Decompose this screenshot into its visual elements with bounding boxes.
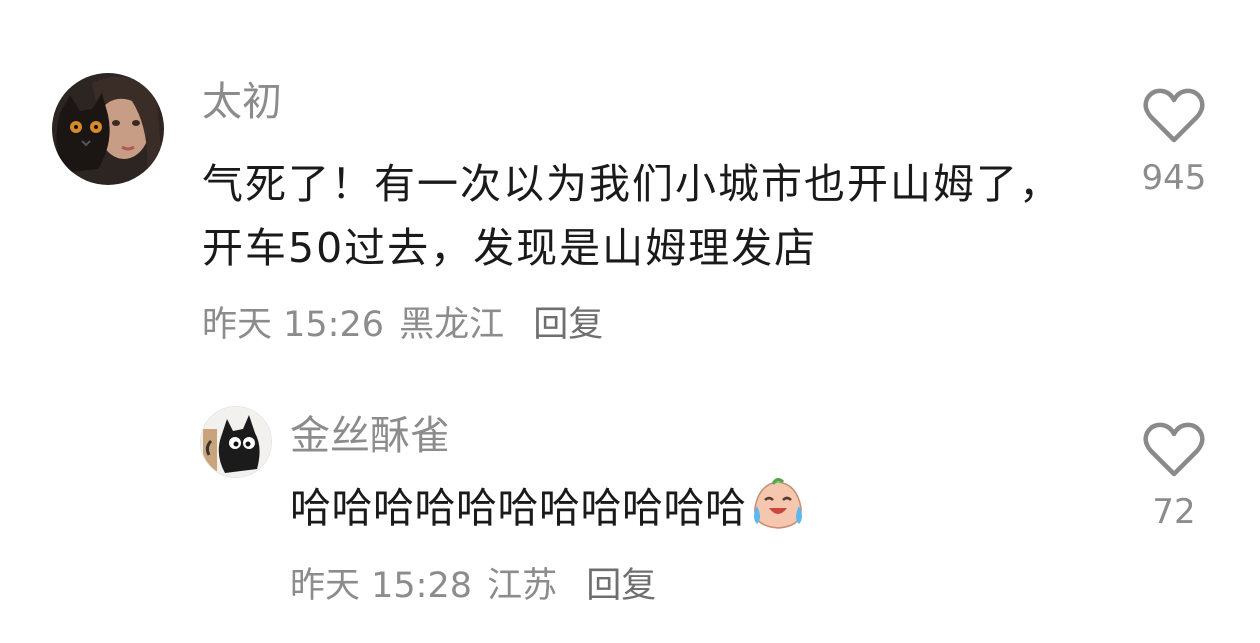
laughing-tears-emoji-icon: [749, 477, 807, 550]
like-button[interactable]: 72: [1134, 422, 1214, 532]
like-count: 72: [1152, 492, 1196, 532]
comment-text: 气死了！有一次以为我们小城市也开山姆了，开车50过去，发现是山姆理发店: [202, 160, 1062, 272]
username[interactable]: 太初: [202, 78, 282, 126]
reply-button[interactable]: 回复: [533, 303, 603, 347]
heart-icon: [1143, 88, 1205, 143]
like-button[interactable]: 945: [1134, 88, 1214, 198]
comment-text-body: 哈哈哈哈哈哈哈哈哈哈哈: [290, 484, 747, 532]
avatar[interactable]: [200, 406, 272, 478]
comment-time: 昨天 15:26: [202, 305, 384, 345]
username[interactable]: 金丝酥雀: [290, 412, 450, 460]
reply-button[interactable]: 回复: [586, 564, 656, 608]
comment-location: 江苏: [487, 566, 558, 606]
cartoon-dog-avatar-icon: [201, 407, 271, 477]
like-count: 945: [1141, 158, 1207, 198]
woman-with-cat-avatar-icon: [52, 73, 164, 185]
comment-meta: 昨天 15:26 黑龙江 回复: [202, 303, 603, 347]
comment-meta: 昨天 15:28 江苏 回复: [290, 564, 656, 608]
comment-text: 哈哈哈哈哈哈哈哈哈哈哈: [290, 476, 990, 550]
avatar[interactable]: [52, 73, 164, 185]
comment-time: 昨天 15:28: [290, 566, 472, 606]
heart-icon: [1143, 422, 1205, 477]
comment-location: 黑龙江: [399, 305, 505, 345]
